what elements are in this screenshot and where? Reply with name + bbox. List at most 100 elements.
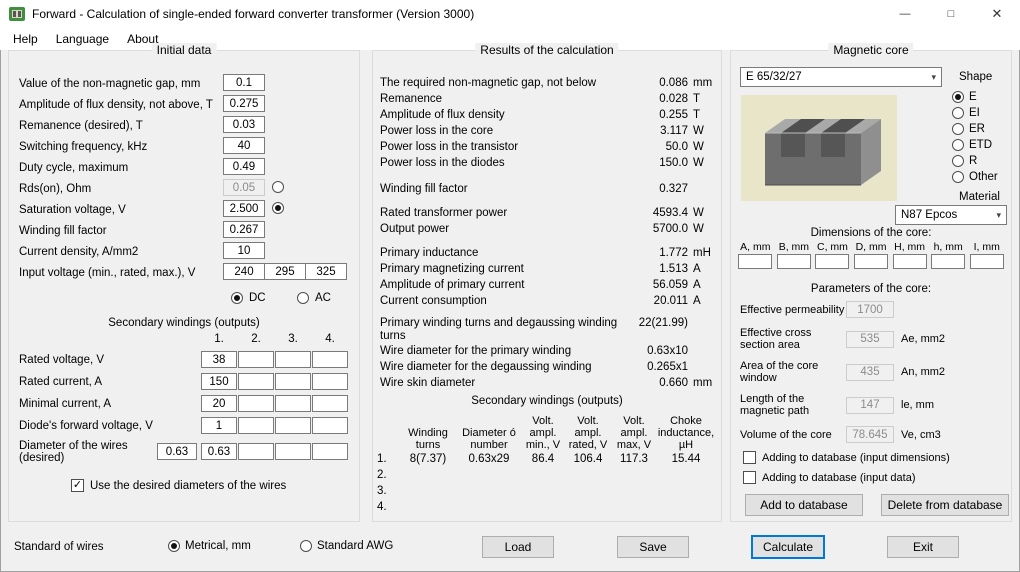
shape-option-etd[interactable]: ETD (952, 137, 992, 152)
diode-voltage-input[interactable] (201, 417, 237, 434)
app-icon (9, 7, 25, 21)
dim-b-input[interactable] (776, 254, 811, 269)
results-table-row: 1. 8(7.37) 0.63x29 86.4 106.4 117.3 15.4… (373, 451, 721, 467)
voltage-min-input[interactable] (223, 263, 265, 280)
current-density-input[interactable] (223, 242, 265, 259)
rated-voltage-input[interactable] (238, 351, 274, 368)
shape-e-label[interactable]: E (969, 91, 977, 103)
rated-current-input[interactable] (312, 373, 348, 390)
minimal-current-input[interactable] (275, 395, 311, 412)
result-row: Wire diameter for the degaussing winding… (373, 359, 721, 375)
ac-label[interactable]: AC (315, 292, 331, 304)
minimal-current-input[interactable] (238, 395, 274, 412)
shape-etd-radio[interactable] (952, 138, 964, 151)
menu-language[interactable]: Language (47, 28, 118, 50)
use-desired-label[interactable]: Use the desired diameters of the wires (90, 480, 286, 492)
close-icon[interactable]: ✕ (974, 0, 1020, 28)
ac-radio[interactable] (297, 292, 309, 304)
shape-option-er[interactable]: ER (952, 121, 985, 136)
rated-voltage-input[interactable] (275, 351, 311, 368)
metric-radio[interactable] (168, 540, 180, 552)
dc-radio[interactable] (231, 292, 243, 304)
diode-voltage-input[interactable] (312, 417, 348, 434)
core-select[interactable]: E 65/32/27 ▾ (740, 67, 942, 87)
result-label: Power loss in the core (380, 124, 494, 137)
shape-other-radio[interactable] (952, 170, 964, 183)
fill-factor-input[interactable] (223, 221, 265, 238)
result-unit: W (693, 207, 704, 219)
shape-er-radio[interactable] (952, 122, 964, 135)
shape-ei-radio[interactable] (952, 106, 964, 119)
add-dimensions-row[interactable]: Adding to database (input dimensions) (743, 451, 950, 464)
duty-cycle-input[interactable] (223, 158, 265, 175)
wire-diameter-input[interactable] (201, 443, 237, 460)
frequency-input[interactable] (223, 137, 265, 154)
awg-label[interactable]: Standard AWG (317, 540, 393, 552)
dim-c-input[interactable] (815, 254, 850, 269)
voltage-max-input[interactable] (305, 263, 347, 280)
diode-voltage-input[interactable] (238, 417, 274, 434)
add-data-label[interactable]: Adding to database (input data) (762, 472, 916, 484)
add-dimensions-checkbox[interactable] (743, 451, 756, 464)
shape-option-ei[interactable]: EI (952, 105, 980, 120)
minimal-current-input[interactable] (201, 395, 237, 412)
title-bar: Forward - Calculation of single-ended fo… (0, 0, 1020, 28)
shape-r-radio[interactable] (952, 154, 964, 167)
saturation-voltage-input[interactable] (223, 200, 265, 217)
calculate-button[interactable]: Calculate (751, 535, 825, 559)
wire-diameter-input[interactable] (238, 443, 274, 460)
dim-a-input[interactable] (738, 254, 773, 269)
row-number: 1. (377, 453, 387, 465)
add-dimensions-label[interactable]: Adding to database (input dimensions) (762, 452, 950, 464)
shape-option-r[interactable]: R (952, 153, 977, 168)
rated-current-input[interactable] (238, 373, 274, 390)
col-1: 1. (214, 333, 224, 345)
add-data-checkbox[interactable] (743, 471, 756, 484)
wire-diameter-input[interactable] (275, 443, 311, 460)
dc-label[interactable]: DC (249, 292, 266, 304)
dim-h-cap-input[interactable] (892, 254, 927, 269)
rated-current-input[interactable] (275, 373, 311, 390)
diode-voltage-input[interactable] (275, 417, 311, 434)
metric-label[interactable]: Metrical, mm (185, 540, 251, 552)
load-button[interactable]: Load (482, 536, 554, 558)
awg-option[interactable]: Standard AWG (300, 540, 393, 552)
saturation-radio[interactable] (272, 202, 284, 214)
rds-radio[interactable] (272, 181, 284, 193)
rated-voltage-input[interactable] (312, 351, 348, 368)
shape-option-other[interactable]: Other (952, 169, 998, 184)
remanence-input[interactable] (223, 116, 265, 133)
material-select[interactable]: N87 Epcos ▾ (895, 205, 1007, 225)
wire-diameter-input[interactable] (312, 443, 348, 460)
add-data-row[interactable]: Adding to database (input data) (743, 471, 916, 484)
shape-er-label[interactable]: ER (969, 123, 985, 135)
dim-i-input[interactable] (969, 254, 1004, 269)
rated-voltage-input[interactable] (201, 351, 237, 368)
awg-radio[interactable] (300, 540, 312, 552)
desired-diameter-input[interactable] (157, 443, 197, 460)
dim-d-input[interactable] (854, 254, 889, 269)
rated-current-input[interactable] (201, 373, 237, 390)
minimize-icon[interactable]: — (882, 0, 928, 28)
results-table-row: 3. (373, 483, 721, 499)
maximize-icon[interactable]: □ (928, 0, 974, 28)
shape-other-label[interactable]: Other (969, 171, 998, 183)
save-button[interactable]: Save (617, 536, 689, 558)
gap-input[interactable] (223, 74, 265, 91)
shape-ei-label[interactable]: EI (969, 107, 980, 119)
menu-help[interactable]: Help (4, 28, 47, 50)
minimal-current-input[interactable] (312, 395, 348, 412)
shape-e-radio[interactable] (952, 90, 964, 103)
voltage-rated-input[interactable] (264, 263, 306, 280)
delete-from-database-button[interactable]: Delete from database (881, 494, 1009, 516)
shape-r-label[interactable]: R (969, 155, 977, 167)
rated-current-row: Rated current, A (9, 371, 359, 393)
use-desired-checkbox[interactable]: ✓ (71, 479, 84, 492)
exit-button[interactable]: Exit (887, 536, 959, 558)
flux-density-input[interactable] (223, 95, 265, 112)
dim-h-input[interactable] (931, 254, 966, 269)
shape-option-e[interactable]: E (952, 89, 977, 104)
shape-etd-label[interactable]: ETD (969, 139, 992, 151)
add-to-database-button[interactable]: Add to database (745, 494, 863, 516)
metric-option[interactable]: Metrical, mm (168, 540, 251, 552)
